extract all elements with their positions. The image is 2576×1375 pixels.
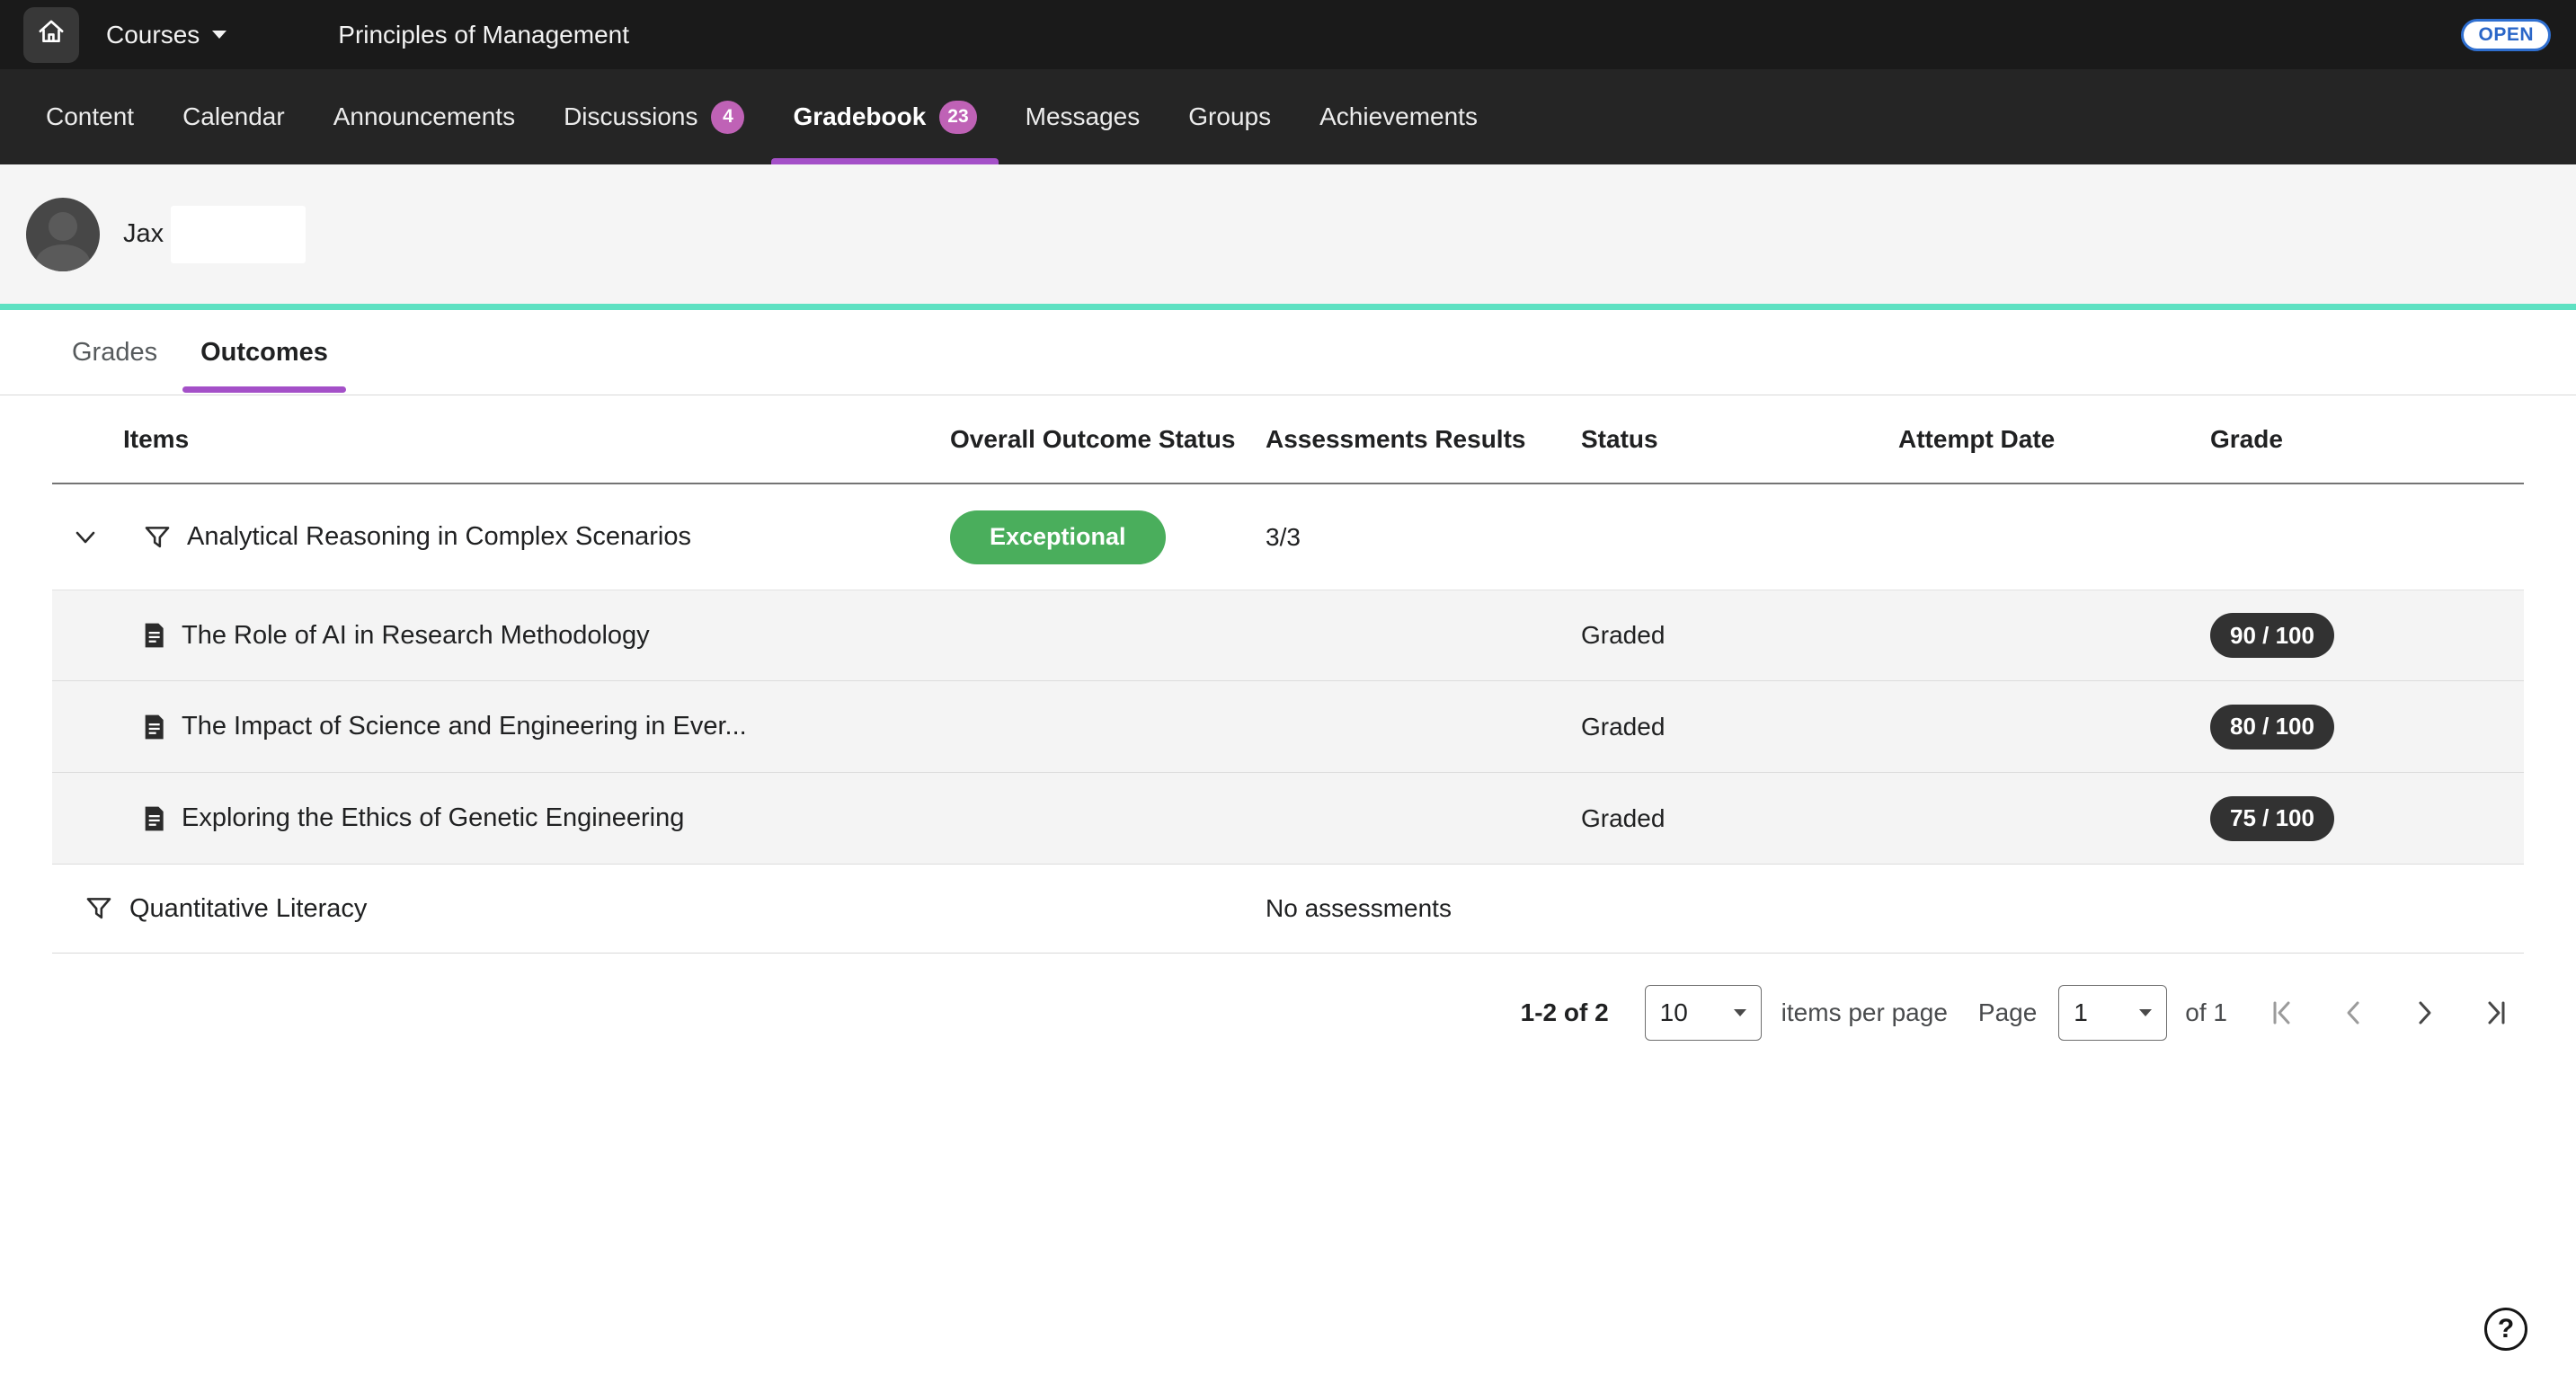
tab-label: Grades bbox=[72, 338, 157, 368]
pagination-bar: 1-2 of 2 10 items per page Page 1 of 1 bbox=[52, 985, 2524, 1041]
gradebook-count-badge: 23 bbox=[939, 101, 976, 134]
nav-label: Announcements bbox=[333, 102, 515, 131]
grade-badge: 75 / 100 bbox=[2210, 796, 2334, 841]
assessment-row: The Impact of Science and Engineering in… bbox=[52, 681, 2524, 773]
column-header-attempt-date: Attempt Date bbox=[1898, 425, 2210, 454]
courses-dropdown[interactable]: Courses bbox=[106, 21, 227, 49]
next-page-icon[interactable] bbox=[2409, 997, 2441, 1029]
assessment-status: Graded bbox=[1581, 621, 1898, 650]
outcome-title: Quantitative Literacy bbox=[129, 894, 367, 924]
last-page-icon[interactable] bbox=[2481, 997, 2513, 1029]
course-title: Principles of Management bbox=[338, 21, 629, 49]
previous-page-icon[interactable] bbox=[2337, 997, 2369, 1029]
nav-item-calendar[interactable]: Calendar bbox=[161, 69, 306, 164]
home-icon bbox=[36, 17, 67, 52]
column-header-assessments-results: Assessments Results bbox=[1266, 425, 1581, 454]
tab-outcomes[interactable]: Outcomes bbox=[182, 310, 346, 395]
help-button[interactable]: ? bbox=[2484, 1308, 2527, 1351]
assessment-row: The Role of AI in Research Methodology G… bbox=[52, 590, 2524, 681]
nav-label: Groups bbox=[1188, 102, 1271, 131]
collapse-chevron-icon[interactable] bbox=[69, 521, 102, 554]
chevron-down-icon bbox=[1734, 1009, 1746, 1016]
nav-item-messages[interactable]: Messages bbox=[1004, 69, 1162, 164]
first-page-icon[interactable] bbox=[2265, 997, 2297, 1029]
open-status-badge: OPEN bbox=[2461, 19, 2551, 51]
items-per-page-select[interactable]: 10 bbox=[1645, 985, 1762, 1041]
outcome-funnel-icon bbox=[84, 893, 114, 924]
assessments-results-value: 3/3 bbox=[1266, 523, 1581, 552]
grade-badge: 90 / 100 bbox=[2210, 613, 2334, 658]
course-navbar: Content Calendar Announcements Discussio… bbox=[0, 69, 2576, 164]
redacted-name-box bbox=[171, 206, 306, 263]
home-button[interactable] bbox=[23, 7, 79, 63]
pagination-controls bbox=[2265, 997, 2513, 1029]
user-strip: Jax bbox=[0, 164, 2576, 304]
table-header-row: Items Overall Outcome Status Assessments… bbox=[52, 395, 2524, 484]
outcome-funnel-icon bbox=[142, 522, 173, 553]
outcome-status-badge: Exceptional bbox=[950, 510, 1166, 564]
items-per-page-value: 10 bbox=[1660, 998, 1688, 1027]
top-bar: Courses Principles of Management OPEN bbox=[0, 0, 2576, 69]
page-of-label: of 1 bbox=[2185, 998, 2227, 1027]
nav-item-achievements[interactable]: Achievements bbox=[1298, 69, 1499, 164]
column-header-items: Items bbox=[52, 425, 950, 454]
assessment-row: Exploring the Ethics of Genetic Engineer… bbox=[52, 773, 2524, 865]
column-header-status: Status bbox=[1581, 425, 1898, 454]
page-number-value: 1 bbox=[2074, 998, 2088, 1027]
items-per-page-label: items per page bbox=[1781, 998, 1948, 1027]
nav-label: Calendar bbox=[182, 102, 285, 131]
nav-label: Achievements bbox=[1319, 102, 1478, 131]
teal-divider bbox=[0, 304, 2576, 310]
assessment-title: Exploring the Ethics of Genetic Engineer… bbox=[182, 803, 684, 833]
column-header-overall-status: Overall Outcome Status bbox=[950, 425, 1266, 454]
chevron-down-icon bbox=[2139, 1009, 2152, 1016]
tab-grades[interactable]: Grades bbox=[54, 310, 175, 395]
assessment-title: The Role of AI in Research Methodology bbox=[182, 621, 650, 651]
chevron-down-icon bbox=[212, 31, 227, 39]
user-name: Jax bbox=[123, 219, 164, 249]
document-icon bbox=[139, 713, 168, 741]
document-icon bbox=[139, 621, 168, 650]
courses-label: Courses bbox=[106, 21, 200, 49]
outcome-row: Analytical Reasoning in Complex Scenario… bbox=[52, 484, 2524, 590]
gradebook-outcomes-page: Courses Principles of Management OPEN Co… bbox=[0, 0, 2576, 1375]
nav-item-groups[interactable]: Groups bbox=[1167, 69, 1292, 164]
discussions-count-badge: 4 bbox=[711, 101, 744, 134]
nav-label: Messages bbox=[1026, 102, 1141, 131]
nav-label: Discussions bbox=[564, 102, 697, 131]
outcome-title: Analytical Reasoning in Complex Scenario… bbox=[187, 522, 691, 552]
grade-badge: 80 / 100 bbox=[2210, 705, 2334, 750]
page-number-select[interactable]: 1 bbox=[2058, 985, 2167, 1041]
nav-item-content[interactable]: Content bbox=[24, 69, 155, 164]
nav-label: Content bbox=[46, 102, 134, 131]
nav-label: Gradebook bbox=[793, 102, 926, 131]
assessment-status: Graded bbox=[1581, 804, 1898, 833]
nav-item-discussions[interactable]: Discussions 4 bbox=[542, 69, 766, 164]
pagination-range: 1-2 of 2 bbox=[1521, 998, 1609, 1027]
outcome-row: Quantitative Literacy No assessments bbox=[52, 865, 2524, 954]
assessment-status: Graded bbox=[1581, 713, 1898, 741]
gradebook-tabbar: Grades Outcomes bbox=[0, 310, 2576, 395]
avatar bbox=[26, 198, 100, 271]
nav-item-gradebook[interactable]: Gradebook 23 bbox=[771, 69, 998, 164]
tab-label: Outcomes bbox=[200, 338, 328, 368]
question-mark-icon: ? bbox=[2498, 1314, 2514, 1344]
column-header-grade: Grade bbox=[2210, 425, 2524, 454]
outcomes-table: Items Overall Outcome Status Assessments… bbox=[52, 395, 2524, 954]
document-icon bbox=[139, 804, 168, 833]
assessment-title: The Impact of Science and Engineering in… bbox=[182, 712, 747, 741]
page-label: Page bbox=[1978, 998, 2037, 1027]
nav-item-announcements[interactable]: Announcements bbox=[312, 69, 537, 164]
assessments-results-value: No assessments bbox=[1266, 894, 1581, 923]
